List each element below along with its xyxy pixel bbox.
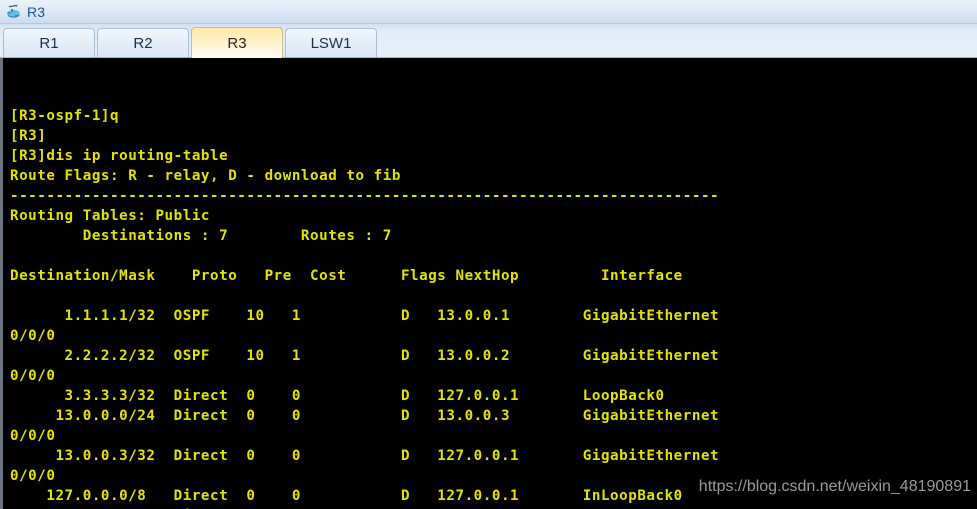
terminal-line: ----------------------------------------… — [10, 188, 720, 204]
terminal-line: Routing Tables: Public — [10, 208, 211, 224]
terminal-line: 2.2.2.2/32 OSPF 10 1 D 13.0.0.2 GigabitE… — [10, 348, 720, 364]
tab-label: R1 — [39, 34, 59, 52]
terminal-line: 0/0/0 — [10, 328, 56, 344]
tab-label: R3 — [227, 34, 247, 52]
terminal-line: [R3] — [10, 128, 47, 144]
tab-lsw1[interactable]: LSW1 — [285, 28, 377, 57]
device-tab-bar: R1 R2 R3 LSW1 — [0, 24, 977, 58]
window-title-bar: R3 — [0, 0, 977, 24]
emulator-window: R3 R1 R2 R3 LSW1 [R3-ospf-1]q [R3] [R3]dis… — [0, 0, 977, 509]
tab-r2[interactable]: R2 — [97, 28, 189, 57]
terminal-line: Route Flags: R - relay, D - download to … — [10, 168, 401, 184]
terminal-line: 13.0.0.3/32 Direct 0 0 D 127.0.0.1 Gigab… — [10, 448, 720, 464]
window-title: R3 — [27, 3, 46, 20]
terminal-line: 1.1.1.1/32 OSPF 10 1 D 13.0.0.1 GigabitE… — [10, 308, 720, 324]
terminal-line: 3.3.3.3/32 Direct 0 0 D 127.0.0.1 LoopBa… — [10, 388, 665, 404]
cli-console[interactable]: [R3-ospf-1]q [R3] [R3]dis ip routing-table… — [3, 58, 977, 509]
terminal-line: [R3]dis ip routing-table — [10, 148, 229, 164]
tab-label: LSW1 — [310, 34, 352, 52]
terminal-line: [R3-ospf-1]q — [10, 108, 120, 124]
tab-r3[interactable]: R3 — [191, 27, 283, 58]
terminal-line: Destination/Mask Proto Pre Cost Flags Ne… — [10, 268, 683, 284]
watermark: https://blog.csdn.net/weixin_48190891 — [698, 478, 971, 495]
terminal-line: 0/0/0 — [10, 428, 56, 444]
router-icon — [7, 4, 20, 18]
tab-r1[interactable]: R1 — [3, 28, 95, 57]
terminal-line: Destinations : 7 Routes : 7 — [10, 228, 392, 244]
terminal-panel: [R3-ospf-1]q [R3] [R3]dis ip routing-table… — [0, 58, 977, 509]
terminal-line: 0/0/0 — [10, 368, 56, 384]
tab-label: R2 — [133, 34, 153, 52]
terminal-line: 13.0.0.0/24 Direct 0 0 D 13.0.0.3 Gigabi… — [10, 408, 720, 424]
